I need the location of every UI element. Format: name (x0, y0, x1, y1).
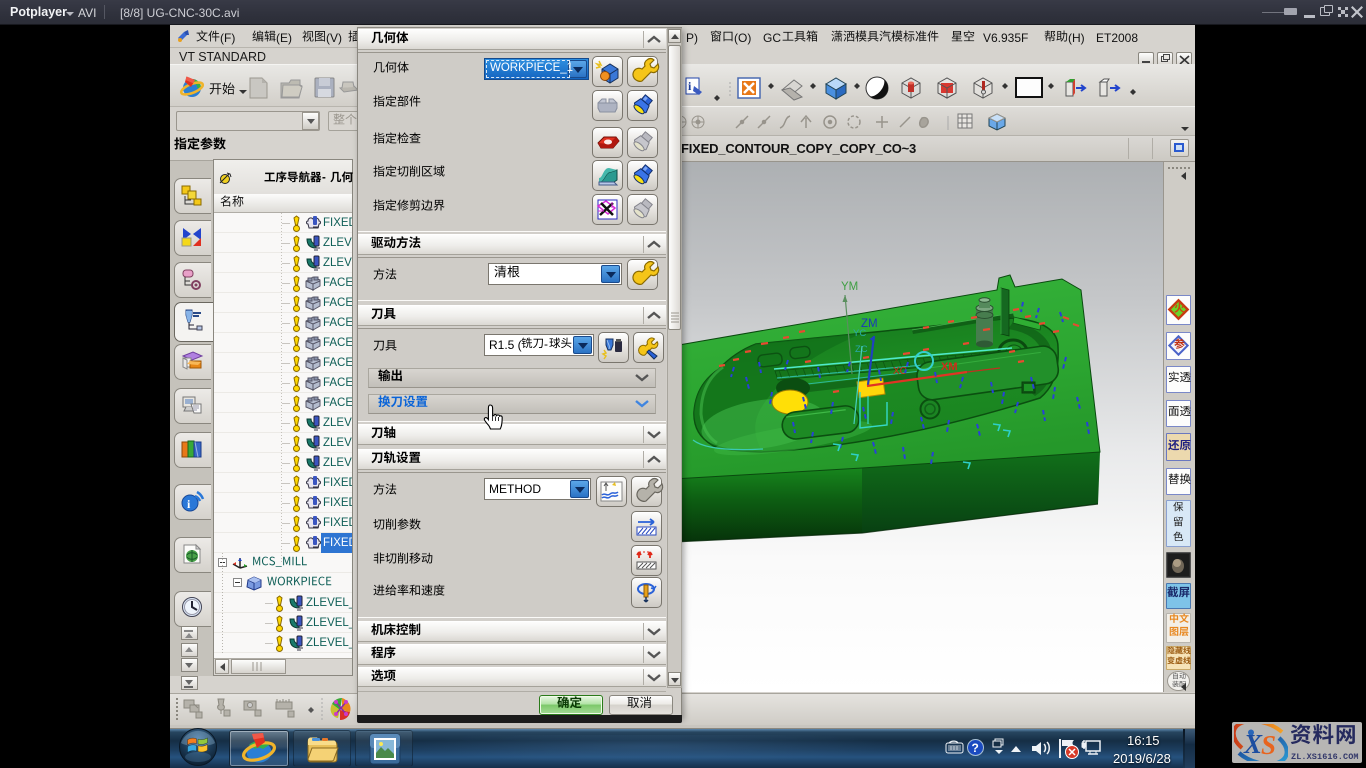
svg-text:XM: XM (941, 361, 958, 373)
svg-text:YM: YM (841, 281, 858, 293)
svg-text:YC: YC (853, 328, 866, 339)
